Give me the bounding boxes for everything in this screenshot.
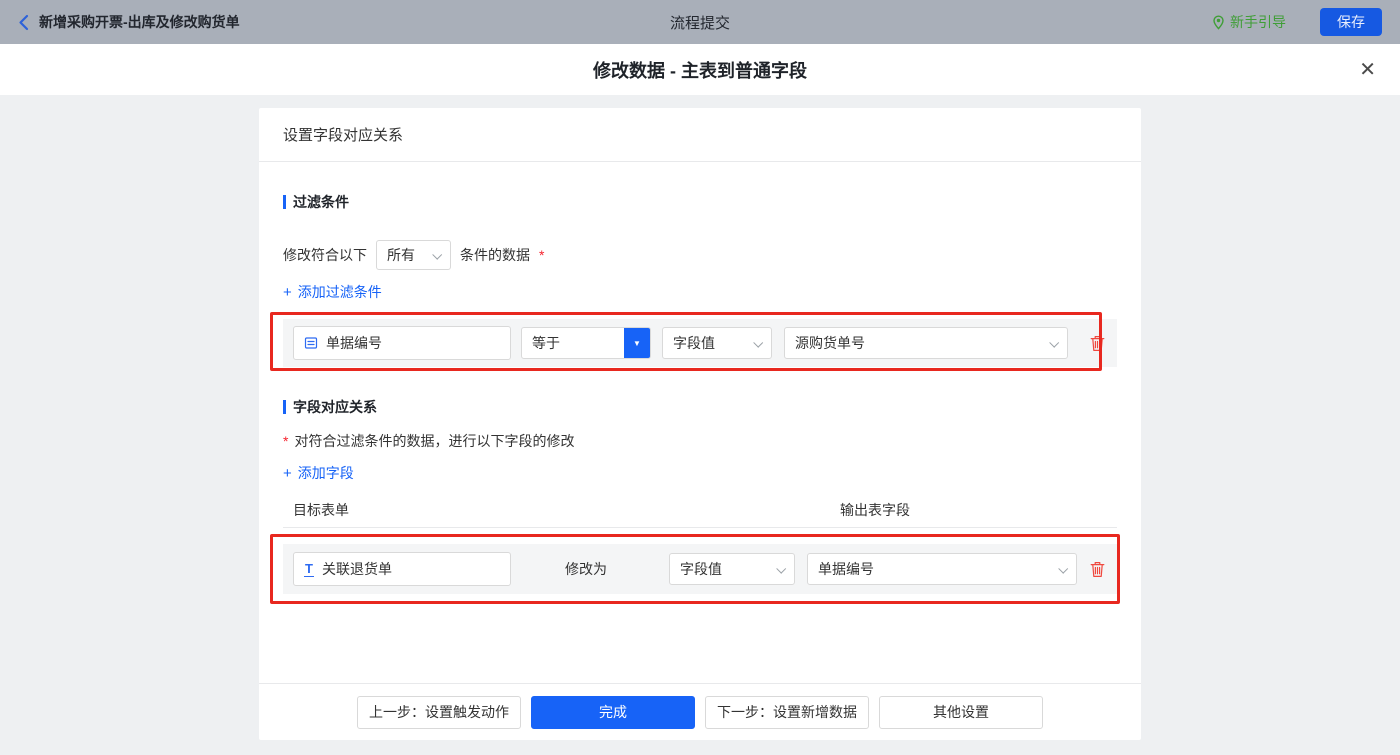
mapping-column-headers: 目标表单 输出表字段 <box>283 500 1117 516</box>
dialog-body: 设置字段对应关系 过滤条件 修改符合以下 所有 条件的数据 * + 添加过滤条件 <box>0 95 1400 755</box>
required-asterisk: * <box>539 247 544 263</box>
text-field-icon: T <box>304 562 314 577</box>
operator-value: 等于 <box>522 328 624 358</box>
mapping-value-type-select[interactable]: 字段值 <box>669 553 795 585</box>
operator-select[interactable]: 等于 ▼ <box>521 327 651 359</box>
section-accent-bar <box>283 195 286 209</box>
mapping-description-line: * 对符合过滤条件的数据，进行以下字段的修改 <box>283 431 1117 451</box>
field-mapping-row: T 关联退货单 修改为 字段值 单据编号 <box>283 544 1117 594</box>
condition-scope-select[interactable]: 所有 <box>376 240 451 270</box>
location-pin-icon <box>1212 15 1225 30</box>
filter-field-value: 单据编号 <box>326 333 382 353</box>
target-field-input[interactable]: T 关联退货单 <box>293 552 511 586</box>
trash-icon <box>1090 335 1105 352</box>
filter-value-type-select[interactable]: 字段值 <box>662 327 772 359</box>
mapping-value-type: 字段值 <box>680 559 722 579</box>
required-asterisk: * <box>283 433 288 449</box>
filter-section-title: 过滤条件 <box>283 192 1117 212</box>
dialog-title: 修改数据 - 主表到普通字段 <box>593 57 807 83</box>
mapping-value-select[interactable]: 单据编号 <box>807 553 1077 585</box>
chevron-down-icon <box>432 249 442 259</box>
filter-field-input[interactable]: 单据编号 <box>293 326 511 360</box>
other-settings-button[interactable]: 其他设置 <box>879 696 1043 729</box>
target-form-column-header: 目标表单 <box>293 500 349 520</box>
mapping-section-title: 字段对应关系 <box>283 397 1117 417</box>
add-filter-condition-link[interactable]: + 添加过滤条件 <box>283 282 382 302</box>
filter-value-type: 字段值 <box>673 333 715 353</box>
next-step-button[interactable]: 下一步：设置新增数据 <box>705 696 869 729</box>
add-field-link[interactable]: + 添加字段 <box>283 463 354 483</box>
card-body: 过滤条件 修改符合以下 所有 条件的数据 * + 添加过滤条件 <box>259 162 1141 594</box>
condition-prefix-label: 修改符合以下 <box>283 245 367 265</box>
filter-value: 源购货单号 <box>795 333 865 353</box>
target-field-value: 关联退货单 <box>322 559 392 579</box>
form-field-icon <box>304 336 318 350</box>
filter-condition-row: 单据编号 等于 ▼ 字段值 源购货单号 <box>283 319 1117 367</box>
modify-to-label: 修改为 <box>565 559 607 579</box>
plus-icon: + <box>283 285 292 300</box>
guide-label: 新手引导 <box>1230 12 1286 32</box>
mapping-section-label: 字段对应关系 <box>293 397 377 417</box>
trash-icon <box>1090 561 1105 578</box>
condition-scope-value: 所有 <box>387 245 415 265</box>
condition-line: 修改符合以下 所有 条件的数据 * <box>283 240 1117 270</box>
close-icon[interactable]: ✕ <box>1359 60 1376 80</box>
chevron-down-icon <box>776 563 786 573</box>
delete-mapping-row-button[interactable] <box>1090 561 1105 578</box>
output-field-column-header: 输出表字段 <box>840 500 910 520</box>
topbar: 新增采购开票-出库及修改购货单 流程提交 新手引导 保存 <box>0 0 1400 44</box>
condition-suffix-label: 条件的数据 <box>460 245 530 265</box>
caret-down-icon[interactable]: ▼ <box>624 328 650 358</box>
done-button[interactable]: 完成 <box>531 696 695 729</box>
mapping-value: 单据编号 <box>818 559 874 579</box>
novice-guide-link[interactable]: 新手引导 <box>1212 12 1286 32</box>
add-field-label: 添加字段 <box>298 463 354 483</box>
topbar-left: 新增采购开票-出库及修改购货单 <box>18 12 240 32</box>
back-button[interactable] <box>18 14 29 31</box>
mapping-description: 对符合过滤条件的数据，进行以下字段的修改 <box>294 431 574 451</box>
topbar-right: 新手引导 保存 <box>1212 8 1382 36</box>
delete-filter-row-button[interactable] <box>1090 335 1105 352</box>
card-footer: 上一步：设置触发动作 完成 下一步：设置新增数据 其他设置 <box>259 683 1141 740</box>
workflow-title: 新增采购开票-出库及修改购货单 <box>39 12 240 32</box>
settings-card: 设置字段对应关系 过滤条件 修改符合以下 所有 条件的数据 * + 添加过滤条件 <box>259 108 1141 740</box>
chevron-down-icon <box>1058 563 1068 573</box>
add-filter-condition-label: 添加过滤条件 <box>298 282 382 302</box>
section-accent-bar <box>283 400 286 414</box>
dialog-header: 修改数据 - 主表到普通字段 ✕ <box>0 44 1400 95</box>
filter-value-select[interactable]: 源购货单号 <box>784 327 1068 359</box>
chevron-down-icon <box>753 337 763 347</box>
prev-step-button[interactable]: 上一步：设置触发动作 <box>357 696 521 729</box>
chevron-left-icon <box>18 14 29 31</box>
chevron-down-icon <box>1049 337 1059 347</box>
filter-section-label: 过滤条件 <box>293 192 349 212</box>
plus-icon: + <box>283 466 292 481</box>
card-header-title: 设置字段对应关系 <box>259 108 1141 162</box>
save-button[interactable]: 保存 <box>1320 8 1382 36</box>
column-divider <box>283 527 1117 528</box>
